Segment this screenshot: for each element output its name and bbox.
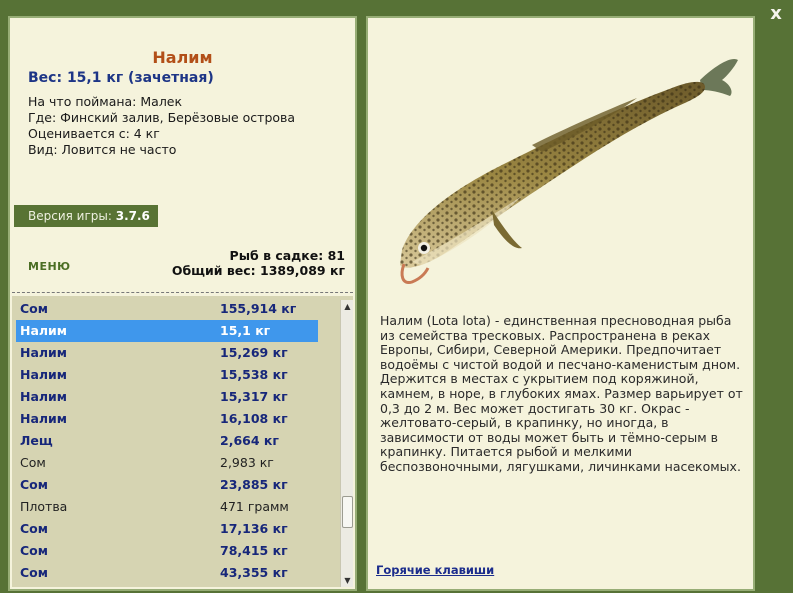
fish-details: На что поймана: Малек Где: Финский залив… bbox=[28, 94, 295, 158]
list-item[interactable]: Сом 2,983 кг bbox=[16, 452, 318, 474]
fish-name: Налим bbox=[20, 323, 68, 338]
caught-with: На что поймана: Малек bbox=[28, 94, 183, 109]
fish-weight-value: 23,885 кг bbox=[220, 477, 288, 492]
menu-button[interactable]: МЕНЮ bbox=[28, 260, 71, 273]
list-item[interactable]: Сом 78,415 кг bbox=[16, 540, 318, 562]
left-panel: Налим Вес: 15,1 кг (зачетная) На что пой… bbox=[8, 16, 357, 591]
close-icon: x bbox=[770, 3, 782, 24]
fish-count: Рыб в садке: 81 bbox=[229, 248, 345, 263]
right-panel: Налим (Lota lota) - единственная преснов… bbox=[366, 16, 755, 591]
list-item[interactable]: Сом 23,885 кг bbox=[16, 474, 318, 496]
fish-weight-value: 155,914 кг bbox=[220, 301, 297, 316]
list-item[interactable]: Лещ 2,664 кг bbox=[16, 430, 318, 452]
scrollbar[interactable]: ▲ ▼ bbox=[340, 300, 353, 587]
list-item[interactable]: Налим 15,1 кг bbox=[16, 320, 318, 342]
scroll-up-icon[interactable]: ▲ bbox=[341, 300, 353, 313]
hotkeys-link[interactable]: Горячие клавиши bbox=[376, 563, 494, 577]
fish-weight-value: 15,538 кг bbox=[220, 367, 288, 382]
list-item[interactable]: Плотва 471 грамм bbox=[16, 496, 318, 518]
fish-weight-value: 15,317 кг bbox=[220, 389, 288, 404]
fish-weight: Вес: 15,1 кг (зачетная) bbox=[28, 70, 214, 86]
fish-list[interactable]: Сом 155,914 кг Налим 15,1 кг Налим 15,269 кг Н… bbox=[12, 296, 353, 587]
list-item[interactable]: Сом 155,914 кг bbox=[16, 298, 318, 320]
fish-weight-value: 78,415 кг bbox=[220, 543, 288, 558]
fish-weight-value: 15,1 кг bbox=[220, 323, 271, 338]
list-item[interactable]: Налим 15,538 кг bbox=[16, 364, 318, 386]
fish-name: Налим bbox=[20, 367, 68, 382]
close-button[interactable]: x bbox=[766, 4, 786, 24]
scroll-down-icon[interactable]: ▼ bbox=[341, 574, 353, 587]
list-item[interactable]: Налим 16,108 кг bbox=[16, 408, 318, 430]
total-weight: Общий вес: 1389,089 кг bbox=[171, 263, 345, 278]
fish-weight-value: 43,355 кг bbox=[220, 565, 288, 580]
fish-info-box: Налим Вес: 15,1 кг (зачетная) На что пой… bbox=[12, 20, 353, 289]
fish-name: Сом bbox=[20, 455, 46, 470]
list-item[interactable]: Сом 17,136 кг bbox=[16, 518, 318, 540]
fish-name: Сом bbox=[20, 543, 48, 558]
fish-weight-value: 2,664 кг bbox=[220, 433, 279, 448]
list-item[interactable]: Сом 43,355 кг bbox=[16, 562, 318, 584]
fish-name: Налим bbox=[20, 345, 68, 360]
fish-name: Сом bbox=[20, 477, 48, 492]
version-value: 3.7.6 bbox=[115, 209, 150, 223]
fish-title: Налим bbox=[152, 48, 213, 67]
scrollbar-thumb[interactable] bbox=[342, 496, 353, 528]
list-item[interactable]: Налим 15,269 кг bbox=[16, 342, 318, 364]
version-label: Версия игры: bbox=[28, 209, 116, 223]
list-item[interactable]: Налим 15,317 кг bbox=[16, 386, 318, 408]
fish-description: Налим (Lota lota) - единственная преснов… bbox=[380, 313, 743, 474]
fish-name: Лещ bbox=[20, 433, 53, 448]
fish-name: Налим bbox=[20, 411, 68, 426]
divider bbox=[12, 292, 353, 293]
keepnet-totals: Рыб в садке: 81 Общий вес: 1389,089 кг bbox=[172, 248, 345, 278]
fish-name: Сом bbox=[20, 521, 48, 536]
catch-location: Где: Финский залив, Берёзовые острова bbox=[28, 110, 296, 125]
fish-weight-value: 471 грамм bbox=[220, 499, 289, 514]
fish-weight-value: 16,108 кг bbox=[220, 411, 288, 426]
fish-name: Сом bbox=[20, 301, 48, 316]
version-badge: Версия игры: 3.7.6 bbox=[14, 205, 158, 227]
fish-weight-value: 15,269 кг bbox=[220, 345, 288, 360]
fish-name: Плотва bbox=[20, 499, 68, 514]
rated-from: Оценивается с: 4 кг bbox=[28, 126, 160, 141]
fish-name: Сом bbox=[20, 565, 48, 580]
fish-weight-value: 2,983 кг bbox=[220, 455, 274, 470]
burbot-fish-image bbox=[400, 58, 738, 285]
fish-kind: Вид: Ловится не часто bbox=[28, 142, 177, 157]
fish-name: Налим bbox=[20, 389, 68, 404]
fish-weight-value: 17,136 кг bbox=[220, 521, 288, 536]
